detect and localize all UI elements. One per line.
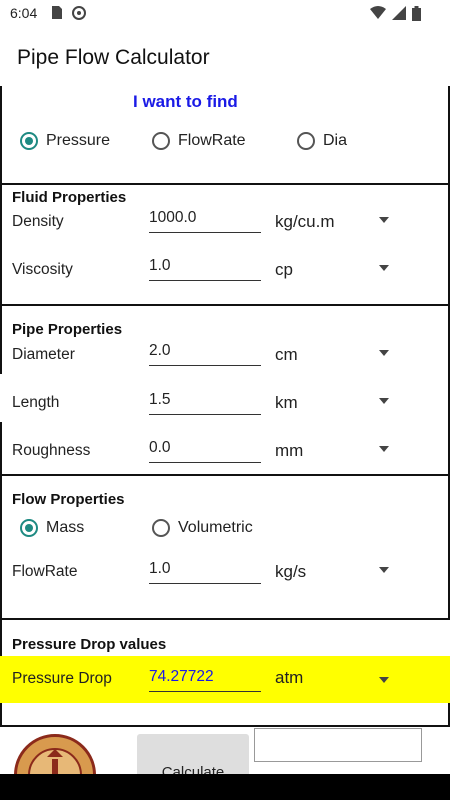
section-divider bbox=[0, 725, 450, 727]
sim-card-icon bbox=[52, 6, 62, 24]
radio-label: FlowRate bbox=[178, 132, 246, 149]
diameter-label: Diameter bbox=[12, 346, 75, 363]
flowrate-label: FlowRate bbox=[12, 563, 78, 580]
flowrate-unit-select[interactable]: kg/s bbox=[275, 562, 306, 582]
pressure-drop-value[interactable]: 74.27722 bbox=[149, 668, 261, 692]
viscosity-unit-select[interactable]: cp bbox=[275, 260, 293, 280]
chevron-down-icon[interactable] bbox=[379, 265, 389, 271]
diameter-input[interactable]: 2.0 bbox=[149, 342, 261, 366]
institute-logo bbox=[14, 734, 96, 774]
section-divider bbox=[0, 618, 450, 620]
pressure-drop-title: Pressure Drop values bbox=[12, 636, 167, 653]
radio-flowrate[interactable]: FlowRate bbox=[152, 132, 246, 150]
radio-circle[interactable] bbox=[20, 132, 38, 150]
roughness-label: Roughness bbox=[12, 442, 91, 459]
signal-icon bbox=[392, 6, 406, 25]
section-border bbox=[0, 306, 2, 374]
section-divider bbox=[0, 474, 450, 476]
section-border bbox=[0, 185, 2, 304]
section-border bbox=[0, 476, 2, 618]
length-input[interactable]: 1.5 bbox=[149, 391, 261, 415]
calculate-button[interactable]: Calculate bbox=[137, 734, 249, 774]
density-label: Density bbox=[12, 213, 64, 230]
battery-icon bbox=[412, 6, 421, 26]
section-border bbox=[0, 86, 2, 183]
viscosity-label: Viscosity bbox=[12, 261, 73, 278]
pressure-drop-unit-select[interactable]: atm bbox=[275, 668, 303, 688]
roughness-input[interactable]: 0.0 bbox=[149, 439, 261, 463]
density-input[interactable]: 1000.0 bbox=[149, 209, 261, 233]
section-divider bbox=[0, 183, 450, 185]
radio-label: Dia bbox=[323, 132, 348, 149]
result-box bbox=[254, 728, 422, 762]
fluid-properties-title: Fluid Properties bbox=[12, 189, 127, 206]
chevron-down-icon[interactable] bbox=[379, 350, 389, 356]
density-unit-select[interactable]: kg/cu.m bbox=[275, 212, 335, 232]
length-label: Length bbox=[12, 394, 60, 411]
pipe-properties-title: Pipe Properties bbox=[12, 321, 123, 338]
radio-circle[interactable] bbox=[152, 132, 170, 150]
app-bar: Pipe Flow Calculator bbox=[0, 28, 450, 86]
section-border bbox=[0, 422, 2, 474]
viscosity-input[interactable]: 1.0 bbox=[149, 257, 261, 281]
length-unit-select[interactable]: km bbox=[275, 393, 298, 413]
pressure-drop-label: Pressure Drop bbox=[12, 670, 112, 687]
status-time: 6:04 bbox=[10, 5, 38, 21]
app-title: Pipe Flow Calculator bbox=[17, 46, 210, 69]
chevron-down-icon[interactable] bbox=[379, 398, 389, 404]
navigation-bar bbox=[0, 774, 450, 800]
radio-volumetric[interactable]: Volumetric bbox=[152, 519, 253, 537]
radio-label: Pressure bbox=[46, 132, 111, 149]
flowrate-input[interactable]: 1.0 bbox=[149, 560, 261, 584]
radio-label: Mass bbox=[46, 519, 85, 536]
chevron-down-icon[interactable] bbox=[379, 677, 389, 683]
radio-mass[interactable]: Mass bbox=[20, 519, 84, 537]
calculator-form[interactable]: I want to find Pressure FlowRate Dia Flu… bbox=[0, 86, 450, 774]
flow-properties-title: Flow Properties bbox=[12, 491, 125, 508]
radio-label: Volumetric bbox=[178, 519, 253, 536]
radio-circle[interactable] bbox=[152, 519, 170, 537]
radio-dia[interactable]: Dia bbox=[297, 132, 347, 150]
find-heading: I want to find bbox=[133, 92, 238, 111]
chevron-down-icon[interactable] bbox=[379, 567, 389, 573]
section-divider bbox=[0, 304, 450, 306]
chevron-down-icon[interactable] bbox=[379, 446, 389, 452]
roughness-unit-select[interactable]: mm bbox=[275, 441, 303, 461]
wifi-icon bbox=[370, 6, 386, 24]
radio-pressure[interactable]: Pressure bbox=[20, 132, 110, 150]
radio-circle[interactable] bbox=[297, 132, 315, 150]
chevron-down-icon[interactable] bbox=[379, 217, 389, 223]
diameter-unit-select[interactable]: cm bbox=[275, 345, 298, 365]
radio-circle[interactable] bbox=[20, 519, 38, 537]
sync-icon bbox=[72, 6, 86, 25]
status-bar: 6:04 bbox=[0, 0, 450, 28]
